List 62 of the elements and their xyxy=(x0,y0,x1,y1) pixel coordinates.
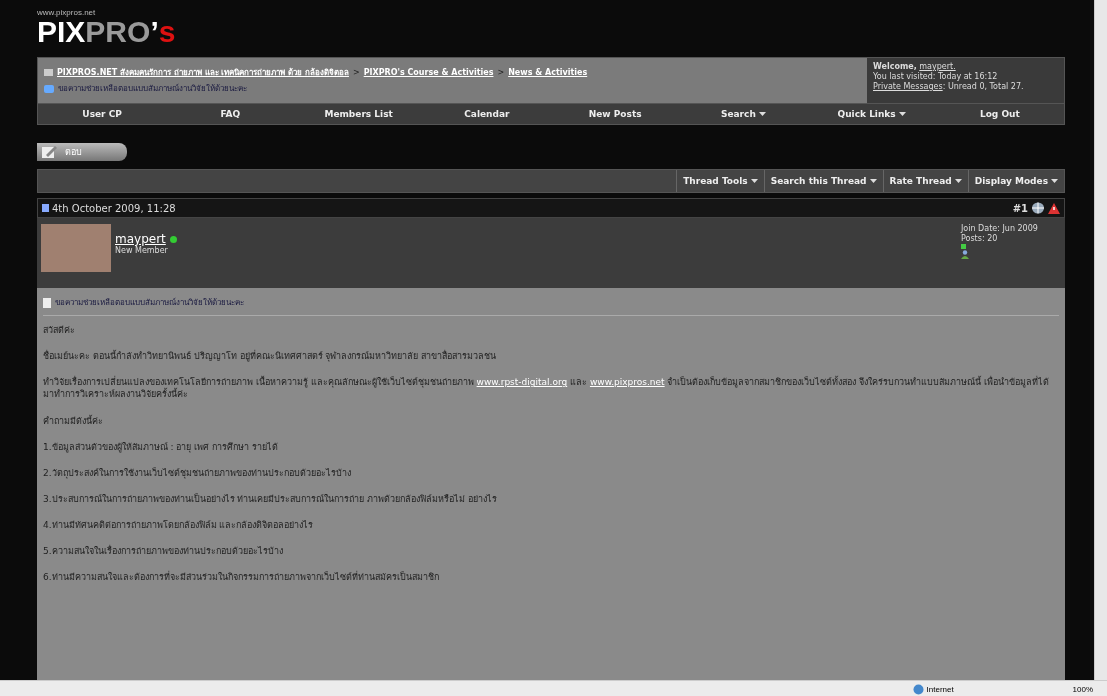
user-link[interactable]: maypert. xyxy=(919,62,956,71)
user-title: New Member xyxy=(115,246,169,255)
document-icon xyxy=(43,297,51,308)
zoom-level[interactable]: 100% xyxy=(1072,684,1093,694)
post-title: ขอความช่วยเหลือตอบแบบสัมภาษณ์งานวิจัยให้ด้วยนะคะ xyxy=(55,297,244,309)
nav-link[interactable]: User CP xyxy=(38,104,167,124)
nav-link[interactable]: Members List xyxy=(294,104,423,124)
pencil-icon xyxy=(41,145,57,159)
post-paragraph: 6.ท่านมีความสนใจและต้องการที่จะมีส่วนร่วมในกิจกรรมการถ่ายภาพจากเว็บไซต์ที่ท่านสมัครเป็นสมาชิก xyxy=(43,571,440,584)
username-link[interactable]: maypert xyxy=(115,232,166,246)
thread-tool-menu[interactable]: Rate Thread xyxy=(882,170,968,192)
caret-icon xyxy=(898,112,906,116)
site-url: www.pixpros.net xyxy=(37,8,97,17)
warning-icon[interactable] xyxy=(1048,202,1060,214)
post-paragraph: 1.ข้อมูลส่วนตัวของผู้ให้สัมภาษณ์ : อายุ เพศ การศึกษา รายได้ xyxy=(43,440,279,453)
welcome-text: Welcome, maypert. xyxy=(873,62,957,71)
post-paragraph: 3.ประสบการณ์ในการถ่ายภาพของท่านเป็นอย่างไร ท่านเคยมีประสบการณ์ในการถ่าย ภาพด้วยกล้องฟิล์มหรือไม่ อย่างไร xyxy=(43,493,499,506)
breadcrumb-link[interactable]: News & Activities xyxy=(508,68,588,77)
post-count: Posts: 20 xyxy=(961,234,999,243)
nav-link[interactable]: Calendar xyxy=(422,104,551,124)
scrollbar[interactable] xyxy=(1094,0,1107,680)
caret-icon xyxy=(758,112,766,116)
thread-icon xyxy=(44,84,54,93)
nav-link[interactable]: Search xyxy=(679,104,808,124)
post-date: 4th October 2009, 11:28 xyxy=(52,202,176,214)
avatar-placeholder xyxy=(41,224,111,272)
join-date: Join Date: Jun 2009 xyxy=(961,224,1039,233)
folder-icon xyxy=(44,69,53,76)
caret-icon xyxy=(1051,179,1058,183)
person-icon xyxy=(961,250,969,259)
thread-title: ขอความช่วยเหลือตอบแบบสัมภาษณ์งานวิจัยให้ด้วยนะคะ xyxy=(58,83,247,95)
caret-icon xyxy=(750,179,758,183)
post-number[interactable]: #1 xyxy=(1012,202,1028,214)
last-visit-text: You last visited: Today at 16:12 xyxy=(873,72,999,81)
site-logo[interactable]: PIXPRO’s xyxy=(37,17,1065,47)
post-paragraph: 4.ท่านมีทัศนคติต่อการถ่ายภาพโดยกล้องฟิล์ม และกล้องดิจิตอลอย่างไร xyxy=(43,519,315,532)
reputation-icon xyxy=(961,244,966,249)
private-messages-link[interactable]: Private Messages xyxy=(873,82,943,91)
nav-link[interactable]: New Posts xyxy=(551,104,680,124)
caret-icon xyxy=(954,179,962,183)
thread-tool-menu[interactable]: Display Modes xyxy=(967,170,1064,192)
breadcrumb-link[interactable]: PIXPROS.NET สังคมคนรักการ ถ่ายภาพ และ เทคนิคการถ่ายภาพ ด้วย กล้องดิจิตอล xyxy=(57,66,349,79)
post-icon xyxy=(42,204,49,212)
messages-text: Private Messages: Unread 0, Total 27. xyxy=(873,82,1025,91)
thread-tool-menu[interactable]: Thread Tools xyxy=(676,170,764,192)
nav-link[interactable]: FAQ xyxy=(166,104,295,124)
post-paragraph: ทำวิจัยเรื่องการเปลี่ยนแปลงของเทคโนโลยีการถ่ายภาพ เนื้อหาความรู้ และคุณลักษณะผู้ใช้เว็บไซต์ชุมชนถ่ายภาพ www.rpst-digital.org และ www.pixpros.net จำเป็นต้องเก็บข้อมูลจากสมาชิกของเว็บไซต์ทั้งสอง จึงใคร่รบกวนทำแบบสัมภาษณ์นี้ เพื่อนำข้อมูลที่ได้มาทำการวิเคราะห์ผลงานวิจัยครั้งนี้ค่ะ xyxy=(43,376,1051,401)
thread-tool-menu[interactable]: Search this Thread xyxy=(763,170,883,192)
post-paragraph: สวัสดีค่ะ xyxy=(43,324,76,337)
breadcrumb-separator: > xyxy=(497,68,505,77)
breadcrumb-link[interactable]: PIXPRO's Course & Activities xyxy=(363,68,494,77)
nav-link[interactable]: Quick Links xyxy=(807,104,936,124)
breadcrumb-separator: > xyxy=(352,68,360,77)
caret-icon xyxy=(869,179,877,183)
security-zone: Internet xyxy=(926,684,954,694)
post-paragraph: 5.ความสนใจในเรื่องการถ่ายภาพของท่านประกอบด้วยอะไรบ้าง xyxy=(43,545,284,558)
globe-icon[interactable] xyxy=(1031,202,1045,214)
nav-link[interactable]: Log Out xyxy=(935,104,1064,124)
post-paragraph: คำถามมีดังนี้ค่ะ xyxy=(43,414,104,427)
globe-icon xyxy=(912,683,924,695)
post-paragraph: 2.วัตถุประสงค์ในการใช้งานเว็บไซต์ชุมชนถ่ายภาพของท่านประกอบด้วยอะไรบ้าง xyxy=(43,466,352,479)
post-paragraph: ชื่อเมย์นะคะ ตอนนี้กำลังทำวิทยานิพนธ์ ปริญญาโท อยู่ที่คณะนิเทศศาสตร์ จุฬาลงกรณ์มหาวิทยาลัย สาขาสื่อสารมวลชน xyxy=(43,350,498,363)
